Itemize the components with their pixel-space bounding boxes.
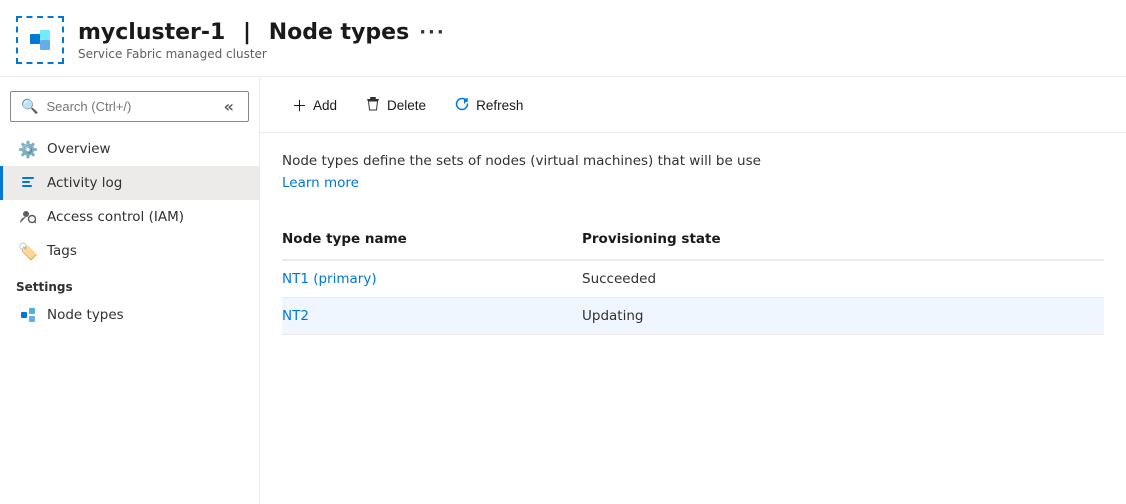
node-type-state-nt2: Updating xyxy=(582,298,1104,334)
settings-section-label: Settings xyxy=(0,268,259,298)
learn-more-link[interactable]: Learn more xyxy=(282,175,359,191)
delete-button[interactable]: Delete xyxy=(353,90,438,122)
resource-subtitle: Service Fabric managed cluster xyxy=(78,47,446,61)
node-type-name-nt2[interactable]: NT2 xyxy=(282,298,582,334)
resource-type: Node types xyxy=(269,20,409,45)
sidebar-item-access-control[interactable]: Access control (IAM) xyxy=(0,200,259,234)
col-header-state: Provisioning state xyxy=(582,225,1104,253)
sidebar-item-activity-log[interactable]: Activity log xyxy=(0,166,259,200)
more-options-icon[interactable]: ··· xyxy=(419,22,446,43)
search-icon: 🔍 xyxy=(21,99,38,115)
overview-icon: ⚙️ xyxy=(19,140,37,158)
delete-icon xyxy=(365,96,381,116)
search-input[interactable] xyxy=(46,99,211,114)
sidebar-item-overview[interactable]: ⚙️ Overview xyxy=(0,132,259,166)
toolbar: ＋ Add Delete xyxy=(260,77,1126,133)
node-types-label: Node types xyxy=(47,307,124,323)
overview-label: Overview xyxy=(47,141,111,157)
resource-icon xyxy=(16,16,64,64)
add-label: Add xyxy=(313,98,337,113)
main-content: ＋ Add Delete xyxy=(260,77,1126,504)
access-control-icon xyxy=(19,208,37,226)
table-row: NT1 (primary) Succeeded xyxy=(282,261,1104,298)
add-icon: ＋ xyxy=(292,95,307,116)
node-types-icon xyxy=(19,306,37,324)
content-area: Node types define the sets of nodes (vir… xyxy=(260,133,1126,504)
refresh-icon xyxy=(454,96,470,116)
table-row: NT2 Updating xyxy=(282,298,1104,335)
node-type-name-nt1[interactable]: NT1 (primary) xyxy=(282,261,582,297)
tags-label: Tags xyxy=(47,243,77,259)
activity-log-icon xyxy=(19,174,37,192)
sidebar-item-tags[interactable]: 🏷️ Tags xyxy=(0,234,259,268)
title-separator: | xyxy=(235,20,258,45)
description-text: Node types define the sets of nodes (vir… xyxy=(282,151,982,171)
node-type-state-nt1: Succeeded xyxy=(582,261,1104,297)
add-button[interactable]: ＋ Add xyxy=(280,89,349,122)
delete-label: Delete xyxy=(387,98,426,113)
search-box[interactable]: 🔍 « xyxy=(10,91,249,122)
col-header-name: Node type name xyxy=(282,225,582,253)
sidebar-item-node-types[interactable]: Node types xyxy=(0,298,259,332)
page-title: mycluster-1 | Node types ··· xyxy=(78,20,446,45)
node-types-table: Node type name Provisioning state NT1 (p… xyxy=(282,225,1104,335)
cluster-name: mycluster-1 xyxy=(78,20,225,45)
sidebar: 🔍 « ⚙️ Overview Activity log Access cont… xyxy=(0,77,260,504)
collapse-button[interactable]: « xyxy=(220,97,238,116)
body-layout: 🔍 « ⚙️ Overview Activity log Access cont… xyxy=(0,77,1126,504)
activity-log-label: Activity log xyxy=(47,175,122,191)
table-header: Node type name Provisioning state xyxy=(282,225,1104,261)
header-text-block: mycluster-1 | Node types ··· Service Fab… xyxy=(78,20,446,61)
access-control-label: Access control (IAM) xyxy=(47,209,184,225)
refresh-label: Refresh xyxy=(476,98,523,113)
page-header: mycluster-1 | Node types ··· Service Fab… xyxy=(0,0,1126,77)
refresh-button[interactable]: Refresh xyxy=(442,90,535,122)
tags-icon: 🏷️ xyxy=(19,242,37,260)
